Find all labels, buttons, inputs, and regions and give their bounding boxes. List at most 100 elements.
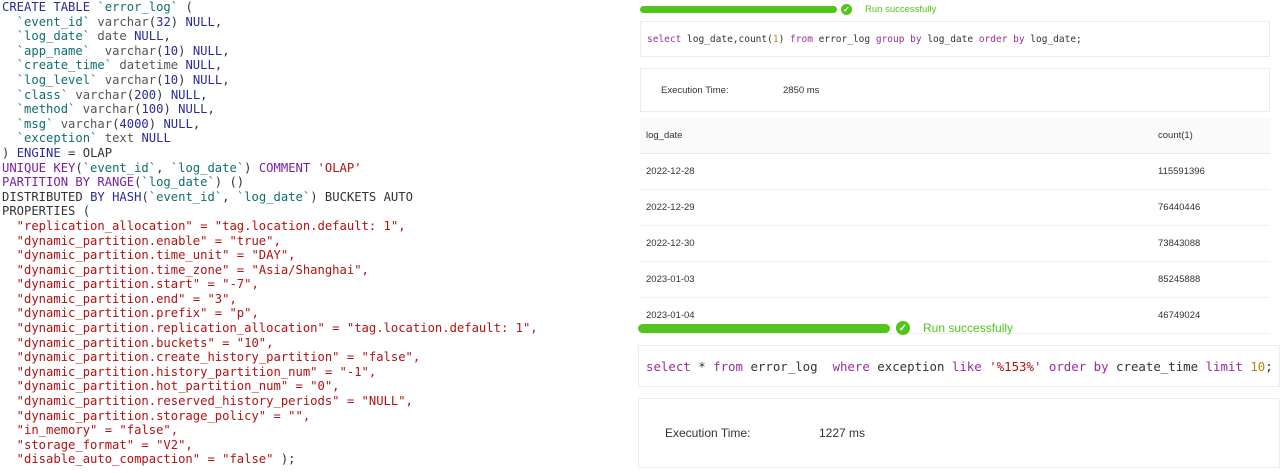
- code-token: 10: [163, 72, 179, 87]
- code-token: "dynamic_partition.history_partition_num…: [2, 364, 377, 379]
- code-token: NULL: [185, 14, 215, 29]
- table-cell: 73843088: [1152, 225, 1270, 262]
- code-line: DISTRIBUTED BY HASH(`event_id`, `log_dat…: [2, 190, 627, 205]
- code-line: "dynamic_partition.start" = "-7",: [2, 277, 627, 292]
- code-line: "dynamic_partition.buckets" = "10",: [2, 336, 627, 351]
- query1-exec-label: Execution Time:: [661, 84, 729, 96]
- code-line: "dynamic_partition.history_partition_num…: [2, 365, 627, 380]
- sql-token: from: [713, 358, 751, 374]
- table-cell: 76440446: [1152, 189, 1270, 226]
- query2-exec-label: Execution Time:: [665, 426, 751, 440]
- code-token: varchar: [90, 14, 149, 29]
- code-token: ENGINE: [16, 145, 61, 160]
- code-token: ) BUCKETS AUTO: [310, 189, 413, 204]
- code-token: ,: [156, 160, 171, 175]
- code-token: NULL: [185, 58, 215, 73]
- code-token: NULL: [141, 131, 171, 146]
- code-token: 'OLAP': [317, 160, 362, 175]
- code-token: (: [126, 87, 135, 102]
- code-line: `log_level` varchar(10) NULL,: [2, 73, 627, 88]
- code-line: `exception` text NULL: [2, 131, 627, 146]
- code-line: "dynamic_partition.reserved_history_peri…: [2, 394, 627, 409]
- code-token: PROPERTIES (: [2, 204, 91, 219]
- query1-status-text: Run successfully: [865, 4, 937, 15]
- check-circle-icon: ✓: [896, 321, 910, 335]
- sql-token: ;: [1265, 358, 1273, 374]
- code-token: varchar: [97, 72, 157, 87]
- code-token: "dynamic_partition.buckets" = "10",: [2, 335, 274, 350]
- code-token: 200: [134, 87, 157, 102]
- query1-results-table: log_date count(1) 2022-12-28 115591396 2022…: [640, 118, 1270, 334]
- code-token: ,: [207, 102, 215, 117]
- column-header-log-date[interactable]: log_date: [640, 118, 1152, 154]
- code-token: varchar: [90, 43, 157, 58]
- code-line: `msg` varchar(4000) NULL,: [2, 117, 627, 132]
- table-cell: 2023-01-03: [640, 261, 1152, 298]
- code-token: "dynamic_partition.reserved_history_peri…: [2, 394, 413, 409]
- code-line: "disable_auto_compaction" = "false" );: [2, 452, 627, 467]
- code-token: `event_id`: [16, 14, 91, 29]
- code-token: "dynamic_partition.enable" = "true",: [2, 233, 281, 248]
- sql-token: select: [647, 33, 688, 45]
- code-token: NULL: [163, 116, 193, 131]
- code-token: (: [178, 0, 193, 14]
- code-line: `method` varchar(100) NULL,: [2, 102, 627, 117]
- code-token: "dynamic_partition.time_zone" = "Asia/Sh…: [2, 262, 369, 277]
- code-token: `log_date`: [236, 189, 311, 204]
- code-token: "disable_auto_compaction" = "false": [2, 452, 274, 467]
- code-line: `log_date` date NULL,: [2, 29, 627, 44]
- query1-sql[interactable]: select log_date,count(1) from error_log …: [640, 21, 1270, 57]
- code-token: "dynamic_partition.create_history_partit…: [2, 350, 421, 365]
- column-header-count-1[interactable]: count(1): [1152, 118, 1270, 154]
- table-cell: 2022-12-28: [640, 153, 1152, 190]
- code-token: BY HASH: [90, 189, 142, 204]
- code-token: ): [2, 145, 17, 160]
- code-token: `event_id`: [82, 160, 157, 175]
- code-token: "dynamic_partition.end" = "3",: [2, 291, 237, 306]
- code-token: ): [178, 43, 193, 58]
- code-token: NULL: [192, 72, 223, 87]
- code-token: `create_time`: [16, 58, 113, 73]
- code-token: (: [141, 189, 149, 204]
- code-token: `msg`: [16, 116, 54, 131]
- code-line: `class` varchar(200) NULL,: [2, 88, 627, 103]
- code-token: NULL: [134, 29, 164, 44]
- code-token: ): [244, 160, 259, 175]
- code-token: date: [90, 29, 135, 44]
- code-token: );: [273, 452, 296, 467]
- table-header-row: log_date count(1): [640, 118, 1270, 154]
- sql-token: like: [951, 358, 990, 374]
- query2-sql[interactable]: select * from error_log where exception …: [638, 345, 1280, 387]
- code-token: DISTRIBUTED: [2, 189, 91, 204]
- sql-token: error_log: [750, 358, 833, 374]
- code-token: "in_memory" = "false",: [2, 423, 179, 438]
- query2-status: ✓ Run successfully: [638, 321, 1013, 335]
- query1-status: ✓ Run successfully: [640, 4, 936, 15]
- sql-token: ): [778, 33, 791, 45]
- code-token: `exception`: [16, 131, 98, 146]
- sql-token: 10: [1250, 358, 1266, 374]
- code-token: 10: [163, 43, 179, 58]
- table-cell: 2022-12-29: [640, 189, 1152, 226]
- sql-token: error_log: [818, 33, 876, 45]
- code-line: UNIQUE KEY(`event_id`, `log_date`) COMME…: [2, 161, 627, 176]
- code-token: varchar: [75, 102, 135, 117]
- code-token: "dynamic_partition.start" = "-7",: [2, 277, 259, 292]
- code-token: datetime: [112, 58, 186, 73]
- code-token: `event_id`: [148, 189, 223, 204]
- query2-exec-value: 1227 ms: [819, 426, 866, 440]
- code-token: (: [75, 160, 83, 175]
- code-token: ) (): [214, 175, 245, 190]
- code-token: "dynamic_partition.storage_policy" = "",: [2, 408, 311, 423]
- code-line: "dynamic_partition.time_zone" = "Asia/Sh…: [2, 263, 627, 278]
- code-token: `error_log`: [97, 0, 179, 14]
- sql-token: limit: [1205, 358, 1251, 374]
- code-token: (: [148, 14, 157, 29]
- sql-token: log_date: [927, 33, 979, 45]
- table-row: 2022-12-29 76440446: [640, 189, 1270, 226]
- code-token: text: [97, 131, 142, 146]
